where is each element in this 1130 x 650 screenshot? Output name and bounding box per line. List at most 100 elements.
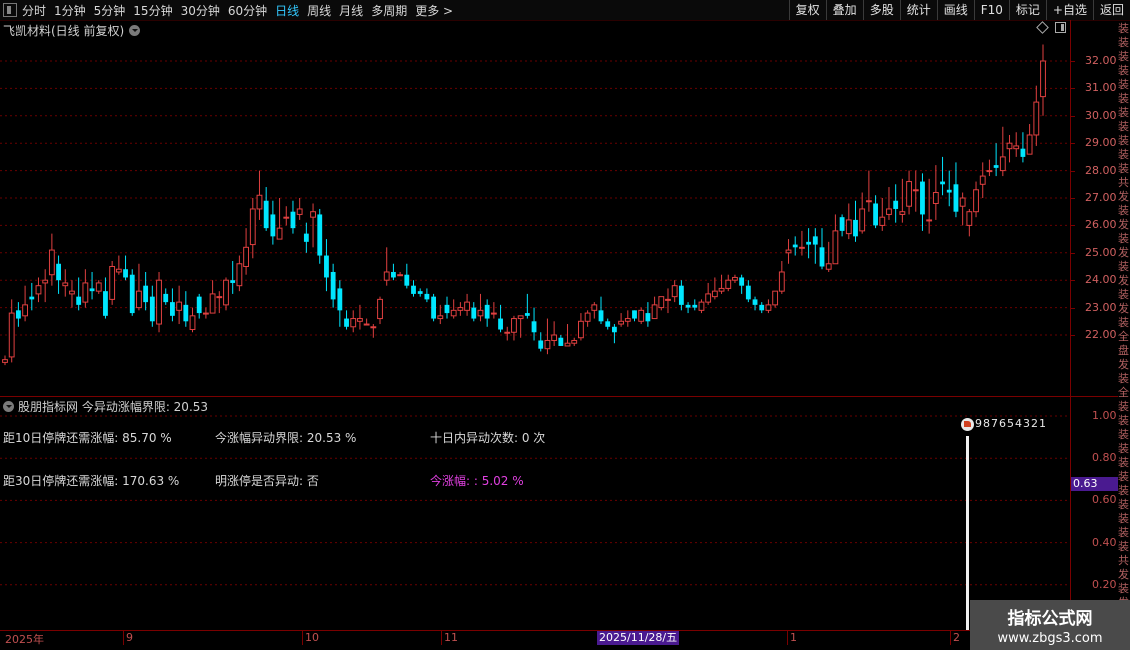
panel-separator — [0, 396, 1070, 397]
candle-body — [109, 266, 116, 300]
candle — [431, 293, 437, 322]
current-value-badge: 0.63 — [1071, 477, 1118, 491]
candle — [845, 203, 852, 240]
candle-body — [2, 359, 8, 363]
candle-body — [940, 181, 945, 185]
candle-body — [48, 249, 55, 276]
indicator-menu-icon[interactable] — [3, 401, 14, 412]
candle-body — [839, 217, 845, 231]
candle-body — [524, 313, 530, 316]
stat-dist30: 距30日停牌还需涨幅: 170.63 % — [3, 474, 180, 488]
candle-body — [490, 312, 497, 315]
candle — [129, 269, 135, 316]
candle-body — [404, 274, 410, 286]
candle — [745, 280, 751, 303]
candle — [979, 162, 986, 198]
candle-body — [383, 271, 390, 281]
candle-body — [886, 208, 892, 215]
side-panel-text-lower: 装装装装装装装装装装装共发装发装发装发装发装全盘发装全盘发装 — [1118, 400, 1129, 630]
candle-body — [632, 310, 637, 319]
candle-body — [1020, 148, 1026, 157]
candle-body — [296, 208, 303, 215]
candle — [350, 310, 357, 333]
candle — [230, 261, 236, 294]
candle-body — [156, 279, 162, 325]
candle-body — [953, 184, 959, 212]
candle-body — [115, 268, 122, 273]
candle-body — [303, 233, 309, 242]
candle-body — [504, 331, 511, 334]
candle-body — [344, 318, 349, 327]
candle — [464, 293, 470, 316]
candle — [48, 233, 55, 286]
candle — [484, 299, 490, 327]
candle-body — [685, 304, 691, 308]
candle — [69, 280, 75, 308]
date-label-jan: 1 — [790, 631, 797, 644]
candle — [853, 200, 858, 242]
candle-body — [785, 249, 792, 254]
candle — [953, 162, 959, 218]
candle-body — [591, 304, 598, 311]
axis-separator — [1070, 396, 1118, 397]
candle-body — [946, 189, 952, 193]
candle-body — [1033, 101, 1040, 136]
candle — [324, 239, 329, 292]
candle-body — [42, 279, 49, 284]
candle-body — [397, 274, 404, 277]
price-tick — [1070, 88, 1075, 90]
flag-icon[interactable] — [961, 418, 974, 431]
indicator-tick-label: 0.60 — [1092, 493, 1117, 507]
price-tick-label: 31.00 — [1085, 81, 1117, 95]
candle — [1013, 132, 1020, 157]
price-tick — [1070, 335, 1075, 336]
candle — [632, 310, 637, 322]
candle-body — [571, 339, 578, 344]
candle — [317, 208, 323, 264]
candle — [123, 255, 128, 281]
candle-body — [56, 263, 61, 281]
candle — [544, 318, 551, 355]
candle-body — [893, 200, 899, 209]
candle — [477, 293, 484, 322]
candle — [739, 274, 745, 294]
candle — [109, 261, 116, 305]
candle-body — [812, 236, 818, 245]
candle — [76, 277, 82, 311]
candle-body — [899, 211, 906, 215]
candle — [671, 280, 678, 303]
candle — [149, 285, 155, 327]
candle-body — [89, 288, 95, 292]
price-tick — [1070, 170, 1075, 172]
candle-body — [759, 304, 765, 311]
candlestick-chart[interactable] — [0, 0, 1070, 650]
candle-body — [879, 216, 886, 226]
candle-body — [517, 315, 524, 320]
date-sep — [123, 631, 124, 645]
candle-body — [711, 290, 718, 298]
price-tick-label: 24.00 — [1085, 273, 1117, 287]
candle — [759, 302, 765, 314]
candle — [196, 293, 202, 319]
candle — [82, 269, 89, 308]
candle — [571, 337, 578, 346]
back-button[interactable]: 返回 — [1092, 0, 1130, 20]
candle-body — [732, 276, 738, 281]
candle — [645, 302, 651, 327]
candle — [176, 285, 183, 325]
candle-body — [484, 304, 490, 319]
candle-body — [665, 298, 671, 301]
candle-body — [170, 302, 175, 316]
candle-body — [551, 334, 558, 341]
candle-body — [202, 312, 209, 315]
candle-body — [363, 323, 370, 326]
price-tick-label: 27.00 — [1085, 191, 1117, 204]
candle-body — [95, 282, 102, 292]
candle — [678, 280, 684, 311]
candle — [825, 241, 832, 272]
date-sep — [441, 631, 442, 645]
candle — [772, 290, 779, 308]
candle-body — [377, 298, 383, 320]
candle-body — [310, 211, 316, 218]
candle — [806, 228, 812, 259]
